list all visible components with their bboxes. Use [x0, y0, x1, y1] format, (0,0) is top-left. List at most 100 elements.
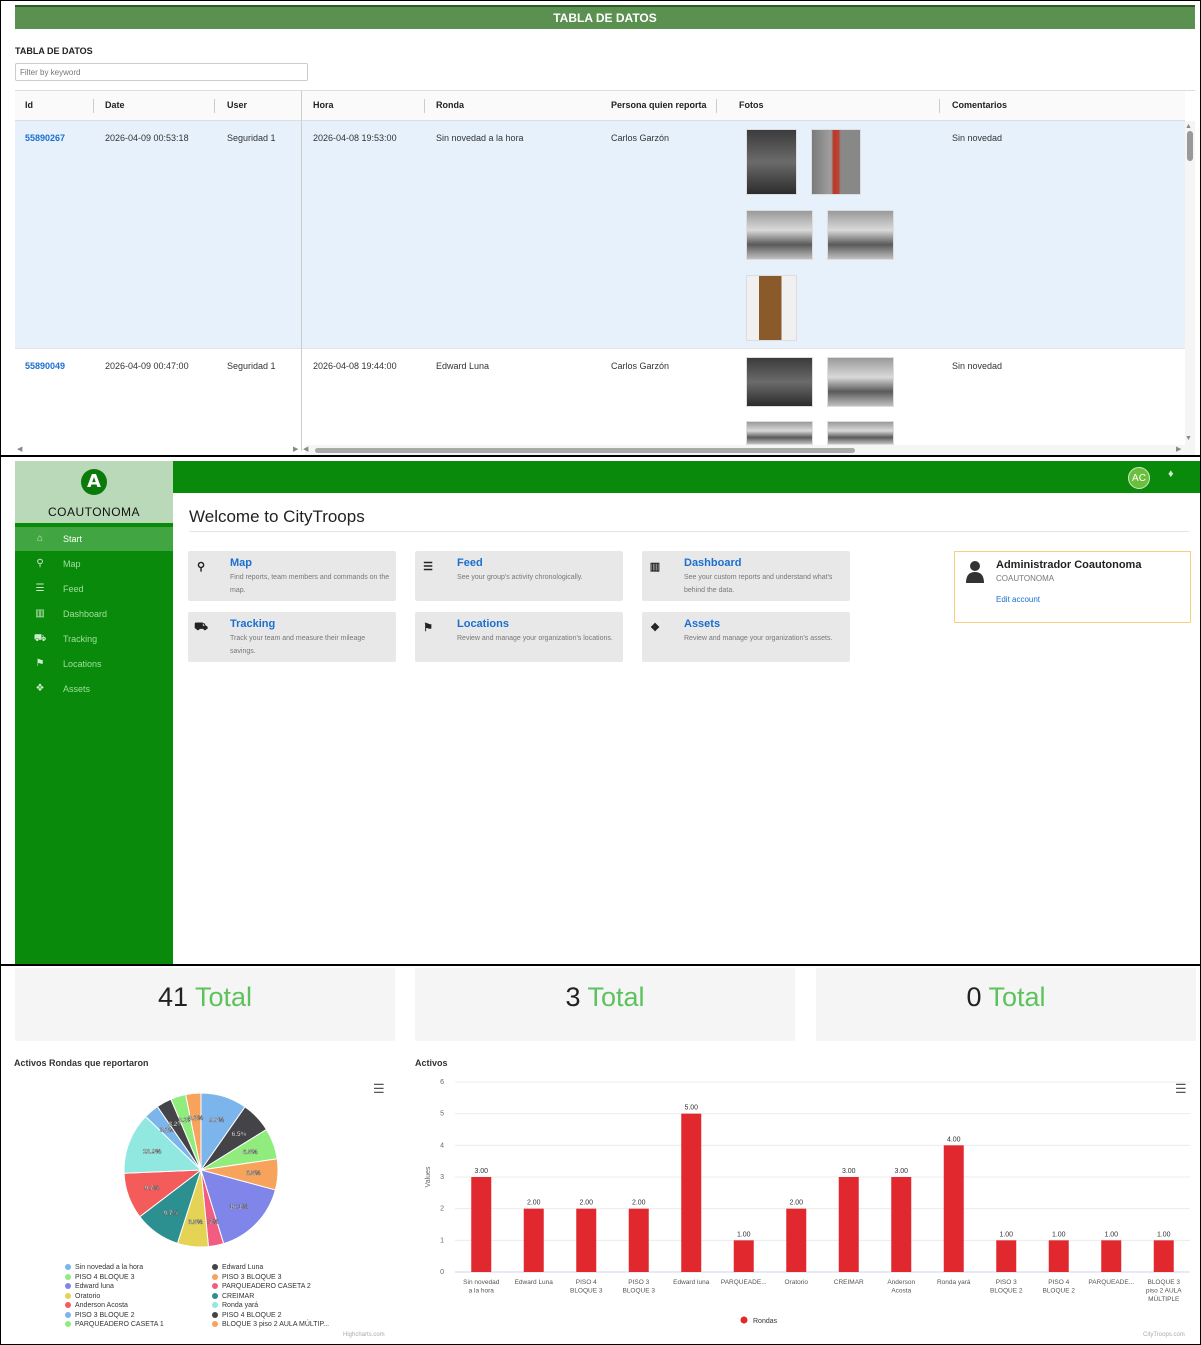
photo-thumbnail[interactable]: [827, 210, 894, 260]
sidebar-item-start[interactable]: ⌂ Start: [15, 527, 173, 551]
column-header-comentarios[interactable]: Comentarios: [942, 91, 1007, 121]
card-title[interactable]: Dashboard: [684, 557, 741, 569]
user-icon: [966, 561, 984, 583]
column-header-ronda[interactable]: Ronda: [426, 91, 464, 121]
scroll-up-icon[interactable]: ▲: [1185, 123, 1192, 130]
row-id-link[interactable]: 55890049: [15, 361, 65, 371]
legend-item[interactable]: CREIMAR: [212, 1293, 254, 1300]
bar[interactable]: [471, 1177, 492, 1272]
sidebar-item-feed[interactable]: ☰ Feed: [15, 577, 173, 601]
column-separator[interactable]: [939, 99, 940, 113]
card-feed[interactable]: ☰ Feed See your group's activity chronolog…: [415, 551, 623, 601]
card-description: See your group's activity chronologicall…: [457, 574, 583, 581]
photo-thumbnail[interactable]: [827, 357, 894, 407]
bar[interactable]: [786, 1208, 807, 1272]
card-assets[interactable]: ❖ Assets Review and manage your organizati…: [642, 612, 850, 662]
home-icon: ⌂: [36, 533, 44, 544]
bar[interactable]: [733, 1240, 754, 1272]
photo-thumbnail[interactable]: [827, 421, 894, 445]
card-title[interactable]: Assets: [684, 618, 720, 630]
sidebar-item-locations[interactable]: ⚑ Locations: [15, 652, 173, 676]
card-title[interactable]: Map: [230, 557, 252, 569]
bar[interactable]: [1048, 1240, 1069, 1272]
legend-item[interactable]: PISO 3 BLOQUE 2: [65, 1312, 135, 1319]
photo-thumbnail[interactable]: [746, 357, 813, 407]
legend-item[interactable]: Edward luna: [65, 1283, 114, 1290]
scroll-down-icon[interactable]: ▼: [1185, 435, 1192, 442]
card-tracking[interactable]: ⛟ Tracking Track your team and measure the…: [188, 612, 396, 662]
bar[interactable]: [838, 1177, 859, 1272]
legend-item[interactable]: PISO 4 BLOQUE 2: [212, 1312, 282, 1319]
legend-label[interactable]: Rondas: [753, 1318, 778, 1325]
card-map[interactable]: ⚲ Map Find reports, team members and comma…: [188, 551, 396, 601]
legend-item[interactable]: PARQUEADERO CASETA 2: [212, 1283, 311, 1290]
column-header-date[interactable]: Date: [95, 91, 125, 121]
sidebar-item-label: Start: [63, 534, 83, 544]
legend-item[interactable]: Ronda yará: [212, 1302, 258, 1309]
column-header-id[interactable]: Id: [15, 91, 33, 121]
scroll-right-icon[interactable]: ▶: [1176, 445, 1181, 453]
dropbox-icon: ❖: [650, 622, 660, 634]
bar[interactable]: [1153, 1240, 1174, 1272]
scrollbar-thumb[interactable]: [315, 448, 855, 453]
filter-input[interactable]: [15, 63, 308, 81]
legend-item[interactable]: Anderson Acosta: [65, 1302, 128, 1309]
card-title[interactable]: Locations: [457, 618, 509, 630]
dashboard-screen: 41 Total 3 Total 0 Total Activos Rondas …: [1, 968, 1200, 1344]
scroll-left-icon[interactable]: ◀: [17, 445, 22, 453]
chart-menu-icon[interactable]: ☰: [373, 1081, 385, 1097]
column-separator[interactable]: [93, 99, 94, 113]
column-header-user[interactable]: User: [217, 91, 247, 121]
column-separator[interactable]: [716, 99, 717, 113]
bell-icon[interactable]: ♦: [1168, 468, 1174, 480]
bar[interactable]: [996, 1240, 1017, 1272]
photo-thumbnail[interactable]: [746, 275, 797, 341]
bar[interactable]: [628, 1208, 649, 1272]
scrollbar-thumb[interactable]: [1187, 131, 1193, 161]
photo-thumbnail[interactable]: [811, 129, 861, 195]
column-separator[interactable]: [214, 99, 215, 113]
legend-item[interactable]: Edward Luna: [212, 1264, 263, 1271]
bar[interactable]: [576, 1208, 597, 1272]
card-dashboard[interactable]: ▥ Dashboard See your custom reports and un…: [642, 551, 850, 601]
row-id-link[interactable]: 55890267: [15, 133, 65, 143]
horizontal-scrollbar[interactable]: [305, 445, 1185, 455]
column-header-persona[interactable]: Persona quien reporta: [601, 91, 707, 121]
sidebar-item-assets[interactable]: ❖ Assets: [15, 677, 173, 701]
bar[interactable]: [1101, 1240, 1122, 1272]
bar[interactable]: [681, 1113, 702, 1272]
legend-marker[interactable]: [740, 1316, 748, 1324]
sidebar-item-tracking[interactable]: ⛟ Tracking: [15, 627, 173, 651]
sidebar-item-dashboard[interactable]: ▥ Dashboard: [15, 602, 173, 626]
edit-account-link[interactable]: Edit account: [996, 595, 1040, 604]
column-separator[interactable]: [424, 99, 425, 113]
scroll-right-icon[interactable]: ▶: [293, 445, 298, 453]
table-row[interactable]: 55890267 2026-04-09 00:53:18 Seguridad 1…: [15, 121, 1185, 349]
sidebar-item-map[interactable]: ⚲ Map: [15, 552, 173, 576]
logo[interactable]: A COAUTONOMA: [15, 461, 173, 523]
legend-item[interactable]: Sin novedad a la hora: [65, 1264, 143, 1271]
chart-credit[interactable]: CityTroops.com: [1143, 1332, 1185, 1338]
bar[interactable]: [523, 1208, 544, 1272]
bar[interactable]: [943, 1145, 964, 1272]
bar-data-label: 1.00: [1104, 1231, 1118, 1238]
column-header-hora[interactable]: Hora: [303, 91, 334, 121]
photo-thumbnail[interactable]: [746, 129, 797, 195]
user-avatar[interactable]: AC: [1128, 467, 1150, 489]
legend-item[interactable]: PISO 4 BLOQUE 3: [65, 1274, 135, 1281]
photo-thumbnail[interactable]: [746, 421, 813, 445]
card-title[interactable]: Tracking: [230, 618, 275, 630]
card-locations[interactable]: ⚑ Locations Review and manage your organiz…: [415, 612, 623, 662]
card-title[interactable]: Feed: [457, 557, 483, 569]
legend-item[interactable]: Oratorio: [65, 1293, 100, 1300]
photo-thumbnail[interactable]: [746, 210, 813, 260]
bar[interactable]: [891, 1177, 912, 1272]
legend-item[interactable]: PARQUEADERO CASETA 1: [65, 1321, 164, 1328]
chart-credit[interactable]: Highcharts.com: [343, 1332, 385, 1338]
table-row[interactable]: 55890049 2026-04-09 00:47:00 Seguridad 1…: [15, 349, 1185, 455]
legend-item[interactable]: PISO 3 BLOQUE 3: [212, 1274, 282, 1281]
scroll-left-icon[interactable]: ◀: [303, 445, 308, 453]
legend-item[interactable]: BLOQUE 3 piso 2 AULA MÚLTIP...: [212, 1321, 329, 1328]
column-header-fotos[interactable]: Fotos: [729, 91, 764, 121]
vertical-scrollbar[interactable]: [1185, 121, 1195, 455]
